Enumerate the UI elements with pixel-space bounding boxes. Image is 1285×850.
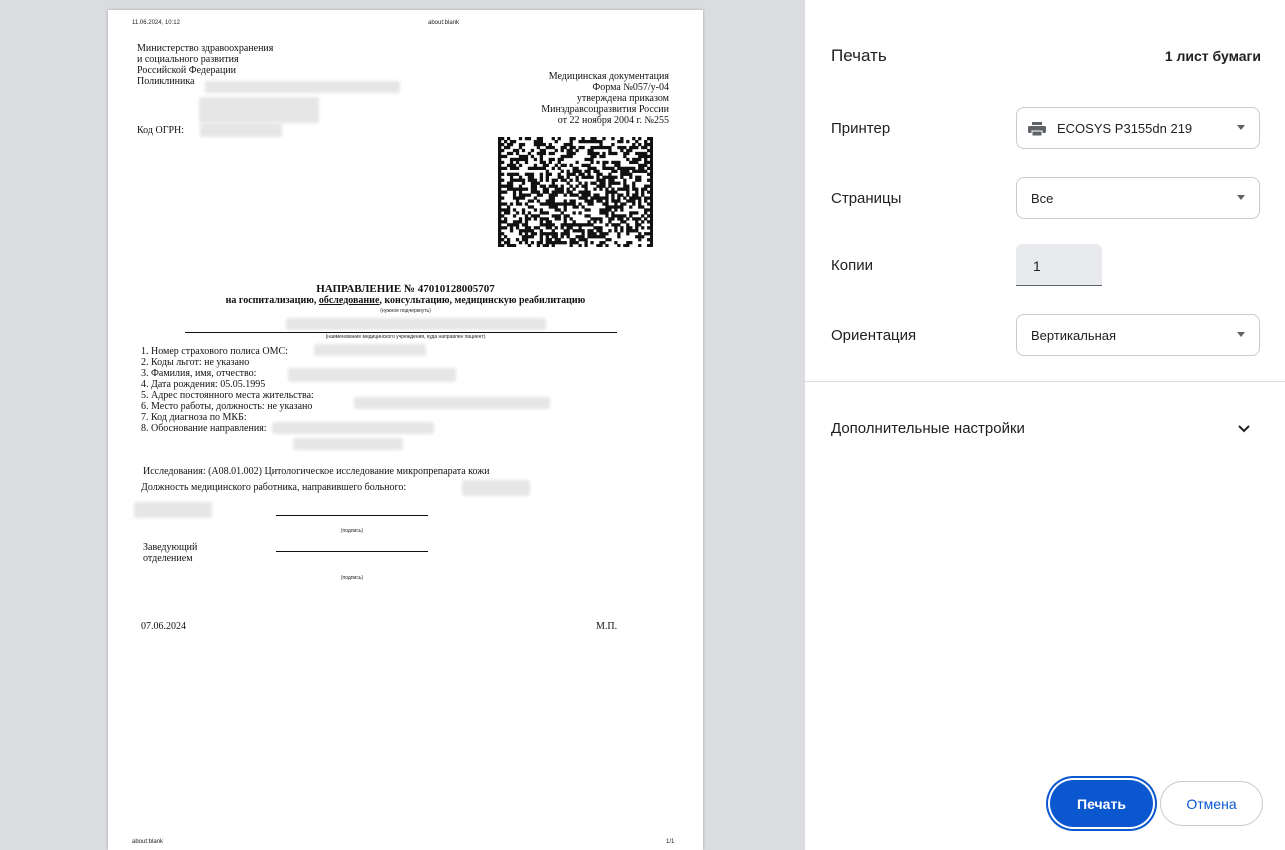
redacted-institution [286,318,546,330]
preview-header-url: about:blank [428,20,460,26]
head-label-1: Заведующий [143,542,198,553]
redacted-policy [314,344,426,356]
redacted-clinic-name [205,81,400,93]
form-line-2: Форма №057/у-04 [592,82,669,93]
field-2: 2. Коды льгот: не указано [141,357,250,368]
redacted-doctor-position [462,480,530,496]
printer-select[interactable]: ECOSYS P3155dn 219 [1016,107,1260,149]
subtitle-note: (нужное подчеркнуть) [380,308,431,314]
document-subtitle: на госпитализацию, обследование, консуль… [225,295,586,306]
underlined-choice: обследование [318,295,380,306]
redacted-reason [293,438,403,450]
print-preview-area[interactable]: 11.06.2024, 10:12 about:blank Министерст… [0,0,805,850]
signature-note-1: (подпись) [340,528,364,534]
printer-value: ECOSYS P3155dn 219 [1057,121,1193,136]
redacted-ogrn [200,123,282,137]
institution-line [185,332,617,333]
chevron-down-icon [1237,125,1245,130]
printer-label: Принтер [831,120,891,137]
redacted-diagnosis [272,422,434,434]
copies-value: 1 [1033,258,1041,274]
preview-page: 11.06.2024, 10:12 about:blank Министерст… [108,10,703,850]
field-1: 1. Номер страхового полиса ОМС: [141,346,288,357]
orientation-label: Ориентация [831,327,917,344]
print-settings-panel: Печать 1 лист бумаги Принтер ECOSYS P315… [805,0,1285,850]
cancel-button[interactable]: Отмена [1160,781,1263,826]
org-line-4: Поликлиника [137,76,195,87]
printer-icon [1028,122,1046,136]
preview-header-datetime: 11.06.2024, 10:12 [132,20,180,26]
field-3: 3. Фамилия, имя, отчество: [141,368,257,379]
research-line: Исследования: (A08.01.002) Цитологическо… [143,466,490,477]
orientation-select[interactable]: Вертикальная [1016,314,1260,356]
signature-line-2 [276,551,428,552]
org-line-1: Министерство здравоохранения [137,43,274,54]
pages-value: Все [1031,191,1054,206]
signature-note-2: (подпись) [340,575,364,581]
form-line-3: утверждена приказом [576,93,669,104]
chevron-down-icon [1237,332,1245,337]
copies-label: Копии [831,257,873,274]
settings-divider [805,381,1285,382]
pages-label: Страницы [831,190,902,207]
field-7: 7. Код диагноза по МКБ: [141,412,247,423]
print-button[interactable]: Печать [1050,780,1153,827]
institution-note: (наименование медицинского учреждения, к… [325,334,486,340]
redacted-address [354,397,550,409]
field-5: 5. Адрес постоянного места жительства: [141,390,314,401]
signature-line-1 [276,515,428,516]
stamp-place: М.П. [596,621,618,632]
sheet-count: 1 лист бумаги [1164,48,1261,64]
orientation-value: Вертикальная [1031,328,1117,343]
form-line-4: Минздравсоцразвития России [541,104,669,115]
field-6: 6. Место работы, должность: не указано [141,401,313,412]
form-line-1: Медицинская документация [548,71,669,82]
ogrn-label: Код ОГРН: [137,125,185,136]
pages-select[interactable]: Все [1016,177,1260,219]
doctor-position-line: Должность медицинского работника, направ… [141,482,407,493]
field-8: 8. Обоснование направления: [141,423,267,434]
chevron-down-icon [1237,195,1245,200]
barcode-image [498,137,653,247]
document-title: НАПРАВЛЕНИЕ № 47010128005707 [316,283,495,295]
org-line-3: Российской Федерации [137,65,237,76]
preview-footer-pages: 1/1 [666,839,675,845]
preview-footer-url: about:blank [132,839,164,845]
copies-input[interactable]: 1 [1016,244,1102,286]
head-label-2: отделением [143,553,193,564]
dialog-title: Печать [831,46,887,65]
form-line-5: от 22 ноября 2004 г. №255 [557,115,669,126]
redacted-doctor-name [134,502,212,518]
more-settings-toggle[interactable]: Дополнительные настройки [831,420,1025,437]
field-4: 4. Дата рождения: 05.05.1995 [141,379,266,390]
document-date: 07.06.2024 [141,621,186,632]
redacted-name [288,368,456,382]
org-line-2: и социального развития [137,54,239,65]
redacted-clinic-address [199,97,319,123]
chevron-down-icon[interactable] [1237,424,1251,434]
